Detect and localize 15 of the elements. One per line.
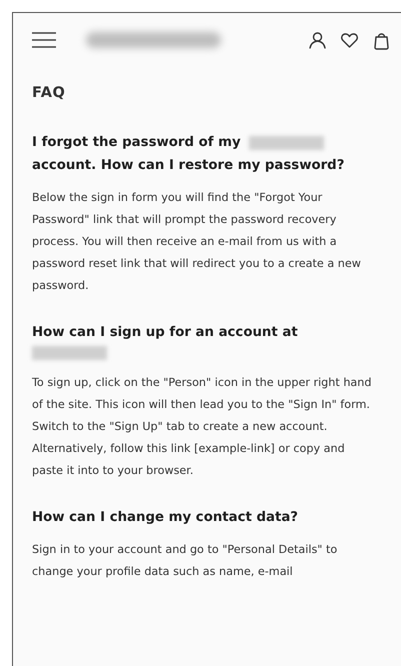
bag-button[interactable] [372, 30, 391, 50]
question-heading: I forgot the password of my [32, 134, 241, 152]
menu-button[interactable] [32, 32, 56, 48]
bag-icon [372, 30, 391, 50]
person-button[interactable] [308, 30, 327, 50]
heart-button[interactable] [340, 30, 359, 50]
page-title: FAQ [32, 85, 66, 101]
answer-text: Sign in to your account and go to "Personal Details" to change your profile data such as name, e-mail [32, 542, 338, 580]
answer-text: Below the sign in form you will find the "Forgot Your Password" link that will prompt the password recovery process. You will then receive an e-mail from us with a password reset link that will redirect you to a create a new password. [32, 190, 362, 294]
question-heading: How can I change my contact data? [32, 509, 298, 527]
person-icon [308, 30, 327, 50]
question-heading: account. How can I restore my password? [32, 157, 344, 175]
heart-icon [340, 30, 359, 50]
answer-text: To sign up, click on the "Person" icon in the upper right hand of the site. This icon will then lead you to the "Sign In" form. Switch to the "Sign Up" tab to create a new account. Alternatively, follow this link [example-link] or copy and paste it into to your browser. [32, 375, 372, 479]
question-heading: How can I sign up for an account at [32, 324, 298, 342]
